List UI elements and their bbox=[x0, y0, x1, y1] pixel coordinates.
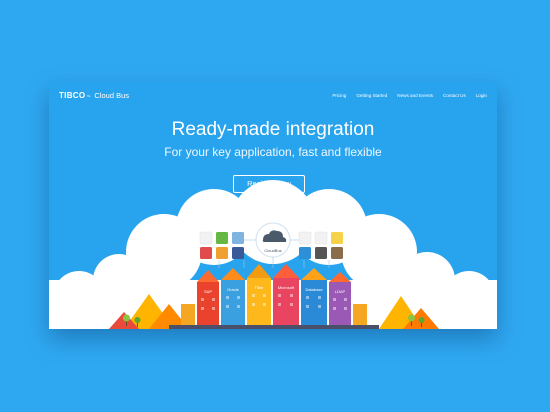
building-sap: SAP bbox=[197, 270, 219, 326]
building-tibbr: Tibbr bbox=[247, 264, 271, 326]
app-tile bbox=[232, 247, 244, 259]
svg-text:Microsoft: Microsoft bbox=[278, 285, 295, 290]
app-tile bbox=[299, 247, 311, 259]
app-tile bbox=[315, 247, 327, 259]
app-tile bbox=[216, 232, 228, 244]
app-tile bbox=[200, 247, 212, 259]
building-microsoft: Microsoft bbox=[273, 264, 299, 326]
app-tile bbox=[331, 247, 343, 259]
building-database: Database bbox=[301, 268, 327, 326]
app-tile bbox=[314, 231, 328, 245]
app-tile bbox=[232, 232, 244, 244]
app-tile bbox=[298, 231, 312, 245]
cloudbus-hub: CloudBus bbox=[255, 222, 291, 258]
app-tile bbox=[216, 247, 228, 259]
integration-illustration: CloudBus SAP Oracle Tibbr Microsoft Data… bbox=[49, 180, 497, 329]
svg-text:LDAP: LDAP bbox=[335, 289, 346, 294]
backdrop: TIBCO ™ Cloud Bus Pricing Getting Starte… bbox=[0, 0, 550, 412]
app-tile bbox=[199, 231, 213, 245]
website-screenshot: TIBCO ™ Cloud Bus Pricing Getting Starte… bbox=[49, 82, 497, 329]
svg-text:Database: Database bbox=[305, 287, 323, 292]
building-oracle: Oracle bbox=[221, 268, 245, 326]
svg-text:Tibbr: Tibbr bbox=[255, 285, 265, 290]
svg-text:Oracle: Oracle bbox=[227, 287, 240, 292]
hub-label: CloudBus bbox=[264, 248, 281, 253]
svg-text:SAP: SAP bbox=[204, 289, 212, 294]
building-ldap: LDAP bbox=[329, 272, 351, 326]
app-tile bbox=[331, 232, 343, 244]
buildings: SAP Oracle Tibbr Microsoft Database LDAP bbox=[169, 264, 379, 329]
